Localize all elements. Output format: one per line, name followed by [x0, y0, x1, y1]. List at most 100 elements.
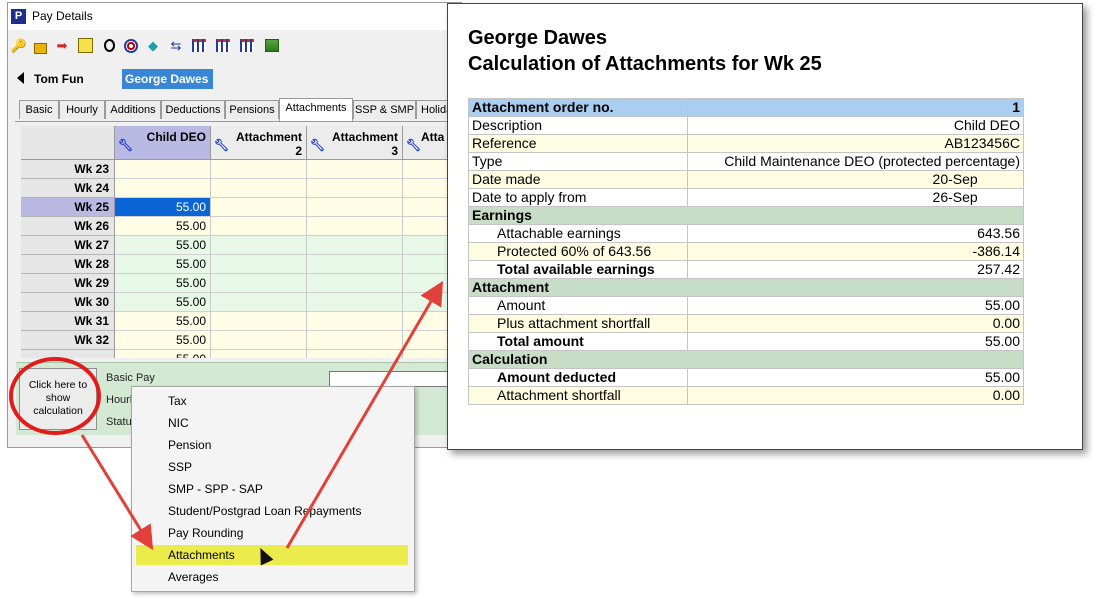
grid-columns-icon[interactable]: [239, 37, 255, 54]
wrench-icon[interactable]: 🔧︎: [118, 138, 133, 152]
row-header[interactable]: Wk 32: [21, 331, 115, 350]
row-header[interactable]: Wk 23: [21, 160, 115, 179]
row-header[interactable]: Wk 24: [21, 179, 115, 198]
row-label: Attachable earnings: [468, 224, 688, 243]
grid-cell[interactable]: 55.00: [115, 236, 211, 255]
import-arrow-icon[interactable]: ➡: [54, 37, 70, 54]
grid-cell[interactable]: 55.00: [115, 217, 211, 236]
row-header[interactable]: Wk 31: [21, 312, 115, 331]
row-header-selected[interactable]: Wk 25: [21, 198, 115, 217]
grid-cell[interactable]: 55.00: [115, 331, 211, 350]
menu-item-student-loan[interactable]: Student/Postgrad Loan Repayments: [136, 501, 408, 521]
wrench-icon[interactable]: 🔧︎: [406, 138, 421, 152]
grid-cell[interactable]: [307, 217, 403, 236]
grid-cell[interactable]: [211, 350, 307, 358]
grid-cell[interactable]: [307, 179, 403, 198]
target-icon[interactable]: [123, 37, 139, 54]
grid-cell[interactable]: [211, 331, 307, 350]
row-label: Description: [468, 116, 688, 135]
section-row: Calculation: [468, 350, 1024, 369]
tab-hourly[interactable]: Hourly: [59, 100, 105, 119]
tab-pensions[interactable]: Pensions: [225, 100, 279, 119]
row-header[interactable]: Wk 29: [21, 274, 115, 293]
grid-alt-icon[interactable]: [215, 37, 231, 54]
grid-cell[interactable]: 55.00: [115, 293, 211, 312]
row-header[interactable]: [21, 350, 115, 358]
grid-cell[interactable]: [307, 350, 403, 358]
row-value: Child Maintenance DEO (protected percent…: [686, 152, 1025, 171]
tab-deductions[interactable]: Deductions: [161, 100, 225, 119]
row-label: Total amount: [468, 332, 688, 351]
row-header[interactable]: Wk 26: [21, 217, 115, 236]
row-value: 0.00: [686, 386, 1025, 405]
row-header[interactable]: Wk 28: [21, 255, 115, 274]
grid-cell[interactable]: [211, 236, 307, 255]
tab-additions[interactable]: Additions: [105, 100, 161, 119]
grid-cell[interactable]: [211, 274, 307, 293]
transfer-icon[interactable]: ⇆: [168, 37, 184, 54]
row-label: Reference: [468, 134, 688, 153]
grid-cell[interactable]: [307, 198, 403, 217]
row-label: Amount deducted: [468, 368, 688, 387]
grid-cell[interactable]: [307, 293, 403, 312]
grid-cell[interactable]: [307, 312, 403, 331]
wrench-icon[interactable]: 🔧︎: [214, 138, 229, 152]
menu-item-nic[interactable]: NIC: [136, 413, 408, 433]
grid-cell[interactable]: [211, 217, 307, 236]
tab-ssp-smp[interactable]: SSP & SMP: [353, 100, 416, 119]
grid-cell-selected[interactable]: 55.00: [115, 198, 211, 217]
menu-item-smp-spp-sap[interactable]: SMP - SPP - SAP: [136, 479, 408, 499]
menu-item-pension[interactable]: Pension: [136, 435, 408, 455]
grid-cell[interactable]: [307, 331, 403, 350]
menu-item-pay-rounding[interactable]: Pay Rounding: [136, 523, 408, 543]
key-user-icon[interactable]: 🔑: [11, 37, 27, 54]
menu-item-averages[interactable]: Averages: [136, 567, 408, 587]
tab-basic[interactable]: Basic: [19, 100, 59, 119]
grid-cell[interactable]: [307, 274, 403, 293]
column-header-attachment-3[interactable]: 🔧︎ Attachment 3: [307, 126, 403, 160]
column-header-child-deo[interactable]: 🔧︎ Child DEO: [115, 126, 211, 160]
grid-cell[interactable]: [115, 179, 211, 198]
zero-icon[interactable]: [101, 37, 117, 54]
menu-item-tax[interactable]: Tax: [136, 391, 408, 411]
table-row: Attachment order no. 1: [468, 98, 1025, 117]
grid-cell[interactable]: [307, 255, 403, 274]
lock-icon[interactable]: [32, 37, 48, 54]
column-header-attachment-2[interactable]: 🔧︎ Attachment 2: [211, 126, 307, 160]
row-label: Date to apply from: [468, 188, 688, 207]
row-value: AB123456C: [686, 134, 1025, 153]
employee-nav: Tom Fun George Dawes: [8, 65, 461, 93]
menu-item-attachments[interactable]: Attachments: [136, 545, 408, 565]
grid-cell[interactable]: [211, 179, 307, 198]
grid-cell[interactable]: [115, 160, 211, 179]
add-sheet-icon[interactable]: [264, 37, 280, 54]
grid-cell[interactable]: 55.00: [115, 255, 211, 274]
current-employee[interactable]: George Dawes: [122, 69, 213, 89]
row-value: 0.00: [686, 314, 1025, 333]
eraser-icon[interactable]: ◆: [145, 37, 161, 54]
grid-cell[interactable]: 55.00: [115, 274, 211, 293]
grid-cell[interactable]: [211, 293, 307, 312]
back-arrow-icon[interactable]: [17, 72, 24, 84]
grid-cell[interactable]: [211, 312, 307, 331]
basic-pay-field[interactable]: [329, 371, 461, 387]
grid-cell[interactable]: [211, 160, 307, 179]
tab-attachments[interactable]: Attachments: [279, 98, 353, 121]
row-label: Date made: [468, 170, 688, 189]
grid-cell[interactable]: [307, 160, 403, 179]
table-row: Reference AB123456C: [468, 134, 1025, 153]
grid-cell[interactable]: 55.00: [115, 350, 211, 358]
note-icon[interactable]: [77, 37, 93, 54]
wrench-icon[interactable]: 🔧︎: [310, 138, 325, 152]
row-value: -386.14: [686, 242, 1025, 261]
row-header[interactable]: Wk 27: [21, 236, 115, 255]
menu-item-ssp[interactable]: SSP: [136, 457, 408, 477]
grid-cell[interactable]: 55.00: [115, 312, 211, 331]
previous-employee[interactable]: Tom Fun: [34, 72, 84, 86]
row-header[interactable]: Wk 30: [21, 293, 115, 312]
grid-cell[interactable]: [211, 198, 307, 217]
grid-icon[interactable]: [191, 37, 207, 54]
basic-pay-label: Basic Pay: [106, 372, 155, 384]
grid-cell[interactable]: [211, 255, 307, 274]
grid-cell[interactable]: [307, 236, 403, 255]
